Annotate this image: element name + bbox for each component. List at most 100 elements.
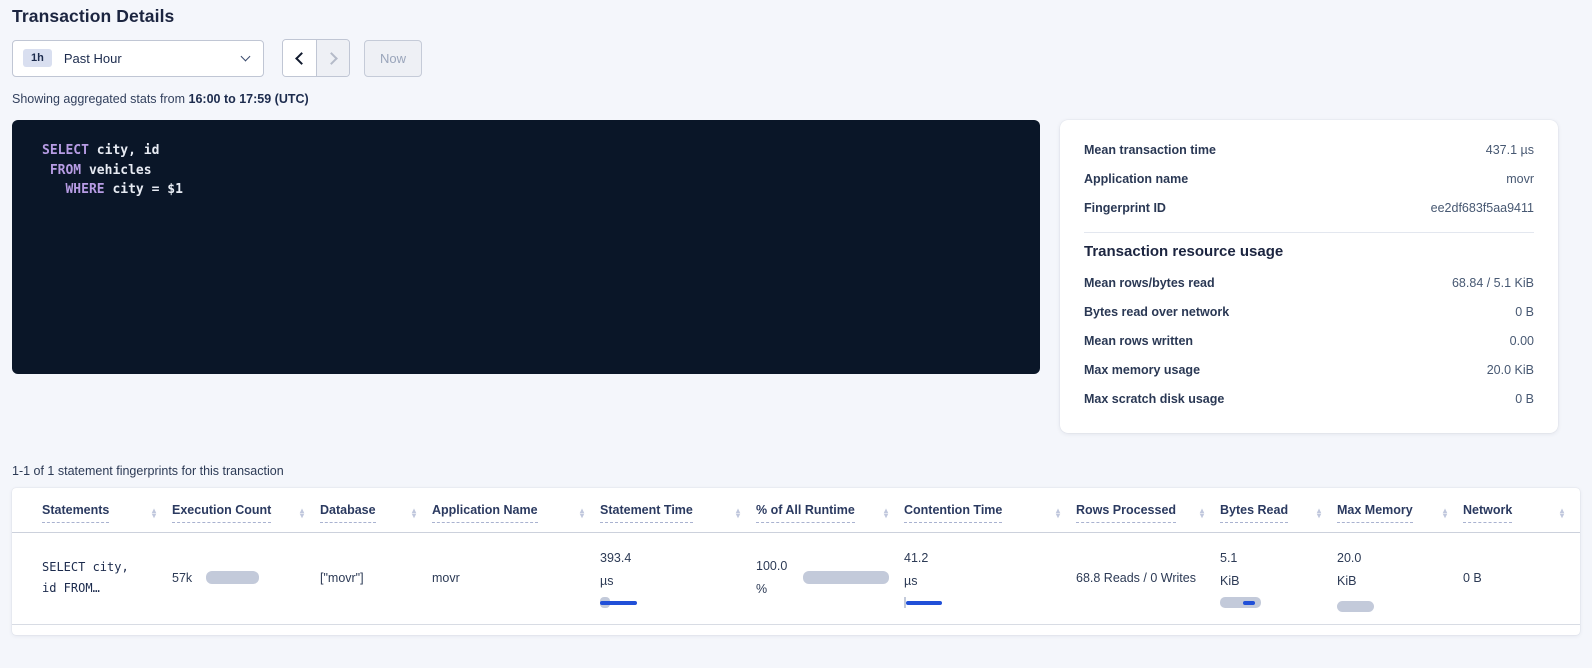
column-header-statements[interactable]: Statements▴▾ (12, 488, 172, 533)
resource-label: Bytes read over network (1084, 305, 1229, 319)
max-memory-unit: KiB (1337, 570, 1457, 593)
time-range-badge: 1h (23, 49, 52, 67)
aggregation-range-prefix: Showing aggregated stats from (12, 92, 189, 106)
sort-icon[interactable]: ▴▾ (1200, 508, 1204, 518)
time-range-dropdown[interactable]: 1h Past Hour (12, 40, 264, 77)
card-divider (1084, 232, 1534, 233)
resource-value: 0 B (1515, 305, 1534, 319)
sort-icon[interactable]: ▴▾ (1560, 508, 1564, 518)
summary-row-application-name: Application name movr (1084, 164, 1534, 193)
sort-icon[interactable]: ▴▾ (1317, 508, 1321, 518)
time-step-buttons (282, 39, 350, 77)
time-controls: 1h Past Hour Now (12, 39, 1580, 77)
summary-row-fingerprint-id: Fingerprint ID ee2df683f5aa9411 (1084, 193, 1534, 222)
execution-count-bar (206, 571, 259, 584)
sql-code: city = $1 (105, 182, 183, 197)
column-header-execution-count[interactable]: Execution Count▴▾ (172, 488, 320, 533)
column-header-rows-processed[interactable]: Rows Processed▴▾ (1076, 488, 1220, 533)
resource-row-max-memory-usage: Max memory usage 20.0 KiB (1084, 355, 1534, 384)
sort-icon[interactable]: ▴▾ (736, 508, 740, 518)
bytes-read-unit: KiB (1220, 570, 1331, 593)
bytes-read-value: 5.1 (1220, 547, 1331, 570)
statement-count-text: 1-1 of 1 statement fingerprints for this… (12, 464, 1580, 478)
now-button[interactable]: Now (364, 40, 422, 77)
cell-rows-processed: 68.8 Reads / 0 Writes (1076, 533, 1220, 625)
sql-keyword: FROM (42, 163, 81, 178)
main-content-row: SELECT city, id FROM vehicles WHERE city… (12, 120, 1580, 433)
table-header-row: Statements▴▾ Execution Count▴▾ Database▴… (12, 488, 1580, 533)
max-memory-bar (1337, 597, 1457, 608)
column-header-runtime-pct[interactable]: % of All Runtime▴▾ (756, 488, 904, 533)
sort-icon[interactable]: ▴▾ (580, 508, 584, 518)
statement-time-value: 393.4 (600, 547, 750, 570)
summary-label: Application name (1084, 172, 1188, 186)
statement-link[interactable]: SELECT city, id FROM… (42, 557, 166, 599)
contention-time-unit: µs (904, 570, 1070, 593)
cell-bytes-read: 5.1 KiB (1220, 533, 1337, 625)
resource-usage-title: Transaction resource usage (1084, 243, 1534, 260)
transaction-details-page: Transaction Details 1h Past Hour Now Sho… (0, 0, 1592, 635)
network-value: 0 B (1463, 571, 1482, 585)
max-memory-value: 20.0 (1337, 547, 1457, 570)
column-header-contention-time[interactable]: Contention Time▴▾ (904, 488, 1076, 533)
sql-code: city, id (89, 143, 159, 158)
runtime-pct-value: 100.0 (756, 555, 787, 578)
resource-row-bytes-read-over-network: Bytes read over network 0 B (1084, 297, 1534, 326)
sql-statement-box: SELECT city, id FROM vehicles WHERE city… (12, 120, 1040, 374)
contention-time-bar (904, 597, 1070, 608)
resource-row-mean-rows-written: Mean rows written 0.00 (1084, 326, 1534, 355)
resource-label: Max memory usage (1084, 363, 1200, 377)
rows-processed-value: 68.8 Reads / 0 Writes (1076, 571, 1196, 585)
resource-row-mean-rows-bytes-read: Mean rows/bytes read 68.84 / 5.1 KiB (1084, 268, 1534, 297)
cell-max-memory: 20.0 KiB (1337, 533, 1463, 625)
resource-label: Mean rows/bytes read (1084, 276, 1215, 290)
statement-time-bar (600, 597, 750, 608)
resource-value: 0 B (1515, 392, 1534, 406)
resource-value: 68.84 / 5.1 KiB (1452, 276, 1534, 290)
resource-value: 0.00 (1510, 334, 1534, 348)
sort-icon[interactable]: ▴▾ (1056, 508, 1060, 518)
sort-icon[interactable]: ▴▾ (300, 508, 304, 518)
summary-row-mean-transaction-time: Mean transaction time 437.1 µs (1084, 135, 1534, 164)
summary-value: 437.1 µs (1486, 143, 1534, 157)
contention-time-value: 41.2 (904, 547, 1070, 570)
summary-value: movr (1506, 172, 1534, 186)
aggregation-range-text: Showing aggregated stats from 16:00 to 1… (12, 92, 1580, 106)
cell-database: ["movr"] (320, 533, 432, 625)
column-header-database[interactable]: Database▴▾ (320, 488, 432, 533)
page-title: Transaction Details (12, 6, 1580, 27)
sort-icon[interactable]: ▴▾ (1443, 508, 1447, 518)
bytes-read-bar (1220, 597, 1261, 608)
cell-contention-time: 41.2 µs (904, 533, 1076, 625)
prev-time-button[interactable] (283, 40, 316, 76)
sort-icon[interactable]: ▴▾ (152, 508, 156, 518)
statement-time-unit: µs (600, 570, 750, 593)
sql-keyword: WHERE (42, 182, 105, 197)
column-header-statement-time[interactable]: Statement Time▴▾ (600, 488, 756, 533)
column-header-network[interactable]: Network▴▾ (1463, 488, 1580, 533)
application-name-value: movr (432, 571, 460, 585)
sort-icon[interactable]: ▴▾ (412, 508, 416, 518)
chevron-right-icon (325, 52, 338, 65)
sql-code: vehicles (81, 163, 151, 178)
column-header-application-name[interactable]: Application Name▴▾ (432, 488, 600, 533)
resource-label: Max scratch disk usage (1084, 392, 1224, 406)
cell-application-name: movr (432, 533, 600, 625)
summary-value: ee2df683f5aa9411 (1431, 201, 1534, 215)
summary-label: Fingerprint ID (1084, 201, 1166, 215)
column-header-max-memory[interactable]: Max Memory▴▾ (1337, 488, 1463, 533)
cell-statement-time: 393.4 µs (600, 533, 756, 625)
database-value: ["movr"] (320, 571, 364, 585)
aggregation-range-value: 16:00 to 17:59 (UTC) (189, 92, 309, 106)
transaction-summary-card: Mean transaction time 437.1 µs Applicati… (1060, 120, 1558, 433)
time-range-label: Past Hour (64, 51, 122, 66)
statements-table: Statements▴▾ Execution Count▴▾ Database▴… (12, 488, 1580, 625)
next-time-button[interactable] (316, 40, 349, 76)
resource-row-max-scratch-disk-usage: Max scratch disk usage 0 B (1084, 384, 1534, 413)
chevron-down-icon (241, 51, 251, 61)
cell-statements: SELECT city, id FROM… (12, 533, 172, 625)
sort-icon[interactable]: ▴▾ (884, 508, 888, 518)
column-header-bytes-read[interactable]: Bytes Read▴▾ (1220, 488, 1337, 533)
cell-network: 0 B (1463, 533, 1580, 625)
table-row: SELECT city, id FROM… 57k ["movr"] (12, 533, 1580, 625)
